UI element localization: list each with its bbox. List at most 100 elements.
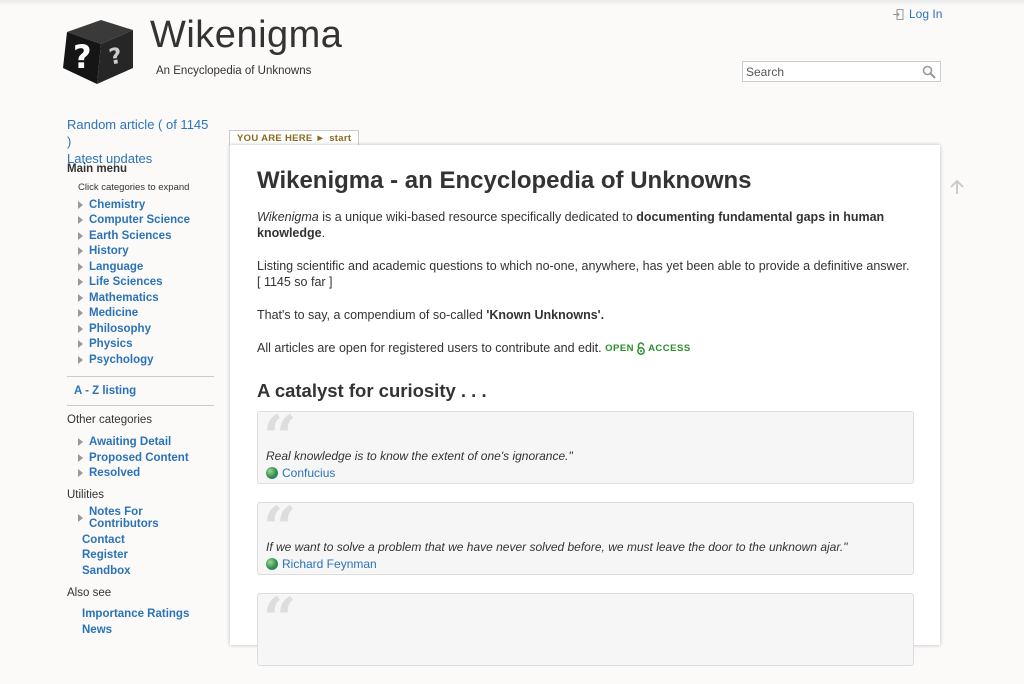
expand-triangle-icon (78, 438, 83, 447)
category-label[interactable]: Chemistry (89, 199, 145, 211)
login-label[interactable]: Log In (909, 7, 942, 21)
search-box (742, 61, 941, 82)
category-item[interactable]: Chemistry (78, 197, 214, 213)
other-category-item[interactable]: Proposed Content (78, 450, 214, 466)
sidebar-divider (67, 375, 214, 377)
other-category-label[interactable]: Proposed Content (89, 452, 189, 464)
open-access-badge[interactable]: OPEN ACCESS (605, 341, 691, 357)
login-link[interactable]: Log In (893, 7, 942, 21)
expand-triangle-icon (78, 309, 83, 318)
other-category-item[interactable]: Resolved (78, 466, 214, 482)
expand-triangle-icon (78, 340, 83, 349)
utilities-list: Notes For Contributors (67, 506, 214, 530)
globe-icon (266, 466, 278, 479)
quote-author-link[interactable]: Richard Feynman (282, 556, 377, 572)
globe-icon (266, 557, 278, 570)
expand-triangle-icon (78, 278, 83, 287)
top-bar (0, 0, 1024, 6)
quote-author-link[interactable]: Confucius (282, 465, 335, 481)
az-listing-link[interactable]: A - Z listing (67, 385, 214, 397)
open-access-word-a: OPEN (605, 342, 635, 354)
category-label[interactable]: History (89, 245, 129, 257)
register-link[interactable]: Register (67, 548, 214, 564)
breadcrumb-current[interactable]: start (329, 133, 351, 144)
sidebar: Random article ( of 1145 ) Latest update… (67, 116, 214, 638)
category-item[interactable]: Computer Science (78, 213, 214, 229)
utility-item[interactable]: Notes For Contributors (78, 506, 214, 530)
sandbox-link[interactable]: Sandbox (67, 564, 214, 580)
compendium-bold: 'Known Unknowns'. (486, 308, 605, 322)
category-item[interactable]: Mathematics (78, 290, 214, 306)
open-access-word-b: ACCESS (648, 342, 691, 354)
category-label[interactable]: Life Sciences (89, 276, 163, 288)
page-title: Wikenigma - an Encyclopedia of Unknowns (257, 167, 752, 194)
quote-text: Real knowledge is to know the extent of … (266, 448, 573, 463)
utilities-heading: Utilities (67, 489, 105, 501)
svg-text:?: ? (73, 38, 92, 76)
category-list: Chemistry Computer Science Earth Science… (67, 197, 214, 368)
quote-author[interactable]: Confucius (266, 465, 335, 481)
category-item[interactable]: Earth Sciences (78, 228, 214, 244)
logo-cube-icon[interactable]: ? ? (61, 16, 137, 86)
contact-link[interactable]: Contact (67, 533, 214, 549)
random-article-link[interactable]: Random article ( of 1145 ) (67, 116, 214, 150)
category-item[interactable]: History (78, 244, 214, 260)
category-item[interactable]: Life Sciences (78, 275, 214, 291)
intro-end: . (321, 226, 326, 240)
category-label[interactable]: Mathematics (89, 292, 159, 304)
quote-box: “ (257, 584, 914, 666)
other-category-item[interactable]: Awaiting Detail (78, 435, 214, 451)
intro-rest: is a unique wiki-based resource specific… (318, 210, 637, 224)
expand-triangle-icon (78, 469, 83, 478)
site-subtitle: An Encyclopedia of Unknowns (156, 65, 312, 77)
breadcrumb-label: YOU ARE HERE ► (237, 133, 326, 144)
compendium-paragraph: That's to say, a compendium of so-called… (257, 307, 914, 323)
other-category-label[interactable]: Awaiting Detail (89, 436, 171, 448)
intro-paragraph: Wikenigma is a unique wiki-based resourc… (257, 209, 914, 241)
expand-note: Click categories to expand (78, 182, 190, 193)
quote-box: “ If we want to solve a problem that we … (257, 499, 914, 575)
open-paragraph: All articles are open for registered use… (257, 340, 914, 357)
category-label[interactable]: Earth Sciences (89, 230, 171, 242)
category-label[interactable]: Physics (89, 338, 132, 350)
intro-italic: Wikenigma (257, 210, 319, 224)
article-content: Wikenigma - an Encyclopedia of Unknowns … (257, 167, 914, 684)
quote-mark-icon: “ (263, 584, 297, 653)
breadcrumb: YOU ARE HERE ► start (229, 130, 360, 146)
expand-triangle-icon (78, 513, 83, 522)
news-link[interactable]: News (67, 623, 214, 639)
other-category-list: Awaiting Detail Proposed Content Resolve… (67, 435, 214, 482)
category-item[interactable]: Psychology (78, 352, 214, 368)
category-label[interactable]: Psychology (89, 354, 154, 366)
category-label[interactable]: Computer Science (89, 214, 190, 226)
open-lock-icon (637, 342, 646, 356)
expand-triangle-icon (78, 200, 83, 209)
category-item[interactable]: Medicine (78, 306, 214, 322)
listing-paragraph: Listing scientific and academic question… (257, 259, 910, 289)
expand-triangle-icon (78, 293, 83, 302)
open-text: All articles are open for registered use… (257, 341, 602, 355)
expand-triangle-icon (78, 324, 83, 333)
sidebar-divider (67, 404, 214, 406)
category-item[interactable]: Language (78, 259, 214, 275)
category-item[interactable]: Physics (78, 337, 214, 353)
compendium-text: That's to say, a compendium of so-called (257, 308, 487, 322)
importance-ratings-link[interactable]: Importance Ratings (67, 607, 214, 623)
category-label[interactable]: Philosophy (89, 323, 151, 335)
other-category-label[interactable]: Resolved (89, 467, 140, 479)
quote-text: If we want to solve a problem that we ha… (266, 539, 848, 554)
login-icon (893, 8, 904, 20)
expand-triangle-icon (78, 355, 83, 364)
utility-label[interactable]: Notes For Contributors (89, 506, 214, 530)
category-item[interactable]: Philosophy (78, 321, 214, 337)
search-icon[interactable] (922, 65, 936, 79)
back-to-top-icon[interactable] (948, 178, 966, 196)
category-label[interactable]: Language (89, 261, 143, 273)
quote-author[interactable]: Richard Feynman (266, 556, 377, 572)
expand-triangle-icon (78, 453, 83, 462)
category-label[interactable]: Medicine (89, 307, 138, 319)
expand-triangle-icon (78, 262, 83, 271)
quote-box: “ Real knowledge is to know the extent o… (257, 408, 914, 484)
site-title[interactable]: Wikenigma (150, 14, 342, 57)
search-input[interactable] (743, 62, 916, 81)
